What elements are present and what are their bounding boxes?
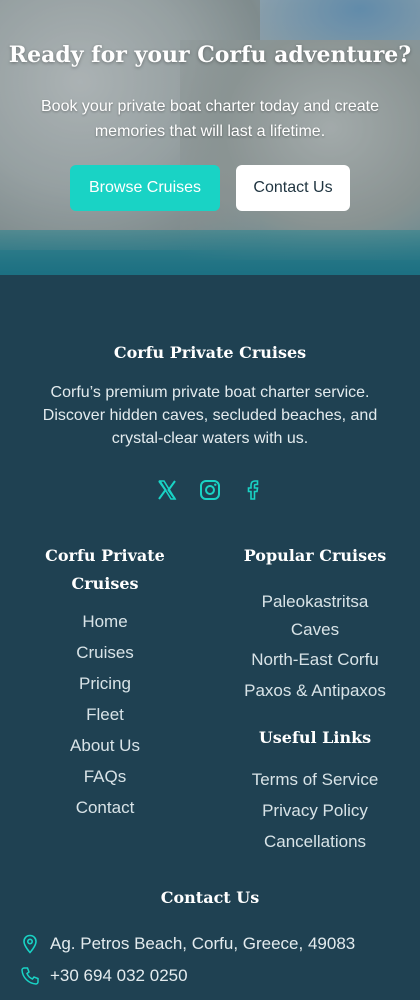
location-pin-icon xyxy=(20,934,40,954)
hero-banner: Ready for your Corfu adventure? Book you… xyxy=(0,0,420,275)
footer-nav-title: Corfu Private Cruises xyxy=(45,546,165,593)
footer-nav-list: Home Cruises Pricing Fleet About Us FAQs… xyxy=(0,606,210,823)
footer-link-paxos-antipaxos[interactable]: Paxos & Antipaxos xyxy=(210,675,420,706)
useful-links-list: Terms of Service Privacy Policy Cancella… xyxy=(210,764,420,857)
footer-link-terms[interactable]: Terms of Service xyxy=(210,764,420,795)
footer-link-north-east-corfu[interactable]: North-East Corfu xyxy=(210,644,420,675)
site-footer: Corfu Private Cruises Corfu’s premium pr… xyxy=(0,275,420,1000)
hero-content: Ready for your Corfu adventure? Book you… xyxy=(0,0,420,275)
footer-link-about-us[interactable]: About Us xyxy=(0,730,210,761)
footer-brand-description: Corfu’s premium private boat charter ser… xyxy=(42,384,378,447)
contact-address: Ag. Petros Beach, Corfu, Greece, 49083 xyxy=(20,930,410,958)
footer-link-faqs[interactable]: FAQs xyxy=(0,761,210,792)
browse-cruises-button[interactable]: Browse Cruises xyxy=(70,165,220,211)
contact-title: Contact Us xyxy=(160,888,260,907)
phone-icon xyxy=(20,966,40,986)
popular-cruises-title: Popular Cruises xyxy=(243,546,387,565)
contact-us-button[interactable]: Contact Us xyxy=(236,165,350,211)
instagram-icon[interactable] xyxy=(198,478,222,502)
address-text: Ag. Petros Beach, Corfu, Greece, 49083 xyxy=(50,934,356,953)
hero-title: Ready for your Corfu adventure? xyxy=(8,42,412,68)
footer-cruises-column: Popular Cruises Paleokastritsa Caves Nor… xyxy=(210,542,420,857)
footer-link-fleet[interactable]: Fleet xyxy=(0,699,210,730)
footer-nav-column: Corfu Private Cruises Home Cruises Prici… xyxy=(0,542,210,823)
useful-links-title: Useful Links xyxy=(258,728,372,747)
footer-link-pricing[interactable]: Pricing xyxy=(0,668,210,699)
footer-link-paleokastritsa[interactable]: Paleokastritsa Caves xyxy=(240,588,390,644)
x-twitter-icon[interactable] xyxy=(155,478,179,502)
phone-text[interactable]: +30 694 032 0250 xyxy=(50,962,188,990)
footer-link-home[interactable]: Home xyxy=(0,606,210,637)
footer-link-cruises[interactable]: Cruises xyxy=(0,637,210,668)
footer-brand-title: Corfu Private Cruises xyxy=(113,343,307,362)
footer-link-cancellations[interactable]: Cancellations xyxy=(210,826,420,857)
facebook-icon[interactable] xyxy=(241,478,265,502)
footer-link-privacy[interactable]: Privacy Policy xyxy=(210,795,420,826)
footer-link-contact[interactable]: Contact xyxy=(0,792,210,823)
social-links xyxy=(0,478,420,502)
hero-subtitle: Book your private boat charter today and… xyxy=(41,98,379,140)
popular-cruises-list: Paleokastritsa Caves North-East Corfu Pa… xyxy=(210,588,420,706)
contact-phone: +30 694 032 0250 xyxy=(20,962,410,990)
